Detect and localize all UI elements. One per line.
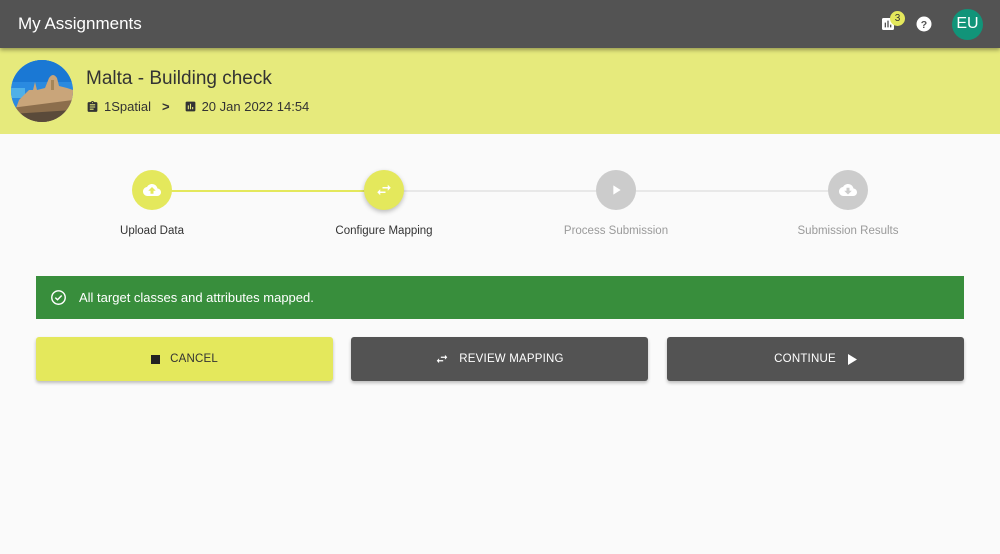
stop-icon xyxy=(151,354,161,364)
review-mapping-label: REVIEW MAPPING xyxy=(459,353,564,365)
step-upload-data[interactable]: Upload Data xyxy=(52,170,252,237)
success-alert: All target classes and attributes mapped… xyxy=(36,276,964,319)
swap-arrows-icon xyxy=(377,184,391,196)
clipboard-icon xyxy=(87,100,98,112)
step-circle xyxy=(596,170,636,210)
svg-text:?: ? xyxy=(921,19,927,31)
step-circle xyxy=(364,170,404,210)
continue-label: CONTINUE xyxy=(774,353,836,365)
project-date: 20 Jan 2022 14:54 xyxy=(201,99,310,114)
check-circle-icon xyxy=(51,290,66,305)
app-title: My Assignments xyxy=(18,14,142,33)
help-icon: ? xyxy=(916,16,932,32)
play-icon xyxy=(847,353,857,365)
app-bar: My Assignments 3 ? EU xyxy=(0,0,1000,48)
date-item: 20 Jan 2022 14:54 xyxy=(184,99,310,114)
step-label: Submission Results xyxy=(797,225,899,237)
step-circle xyxy=(828,170,868,210)
project-title: Malta - Building check xyxy=(86,68,272,89)
bar-chart-icon xyxy=(185,101,195,112)
step-label: Upload Data xyxy=(120,225,184,237)
organization-item[interactable]: 1Spatial xyxy=(86,99,151,114)
step-configure-mapping[interactable]: Configure Mapping xyxy=(284,170,484,237)
city-skyline-image xyxy=(11,60,73,122)
project-thumbnail xyxy=(11,60,73,122)
step-label: Process Submission xyxy=(563,225,669,237)
step-label: Configure Mapping xyxy=(335,225,433,237)
notification-badge: 3 xyxy=(890,11,905,26)
help-button[interactable]: ? xyxy=(906,6,942,42)
alert-message: All target classes and attributes mapped… xyxy=(79,290,314,305)
breadcrumb-chevron-icon: > xyxy=(161,99,170,114)
review-mapping-button[interactable]: REVIEW MAPPING xyxy=(351,337,648,381)
cloud-upload-icon xyxy=(143,184,161,196)
cancel-label: CANCEL xyxy=(170,353,218,365)
project-header: Malta - Building check 1Spatial > 20 Jan… xyxy=(0,48,1000,134)
organization-name: 1Spatial xyxy=(104,99,151,114)
user-avatar[interactable]: EU xyxy=(952,8,983,40)
project-meta: 1Spatial > 20 Jan 2022 14:54 xyxy=(86,99,309,114)
notifications-button[interactable]: 3 xyxy=(870,6,906,42)
step-process-submission[interactable]: Process Submission xyxy=(516,170,716,237)
step-circle xyxy=(132,170,172,210)
swap-arrows-icon xyxy=(435,352,449,366)
step-submission-results[interactable]: Submission Results xyxy=(748,170,948,237)
continue-button[interactable]: CONTINUE xyxy=(667,337,964,381)
appbar-actions: 3 ? EU xyxy=(870,0,983,48)
progress-stepper: Upload Data Configure Mapping Process Su… xyxy=(0,170,1000,250)
cancel-button[interactable]: CANCEL xyxy=(36,337,333,381)
cloud-download-icon xyxy=(839,184,857,196)
play-icon xyxy=(613,185,621,195)
